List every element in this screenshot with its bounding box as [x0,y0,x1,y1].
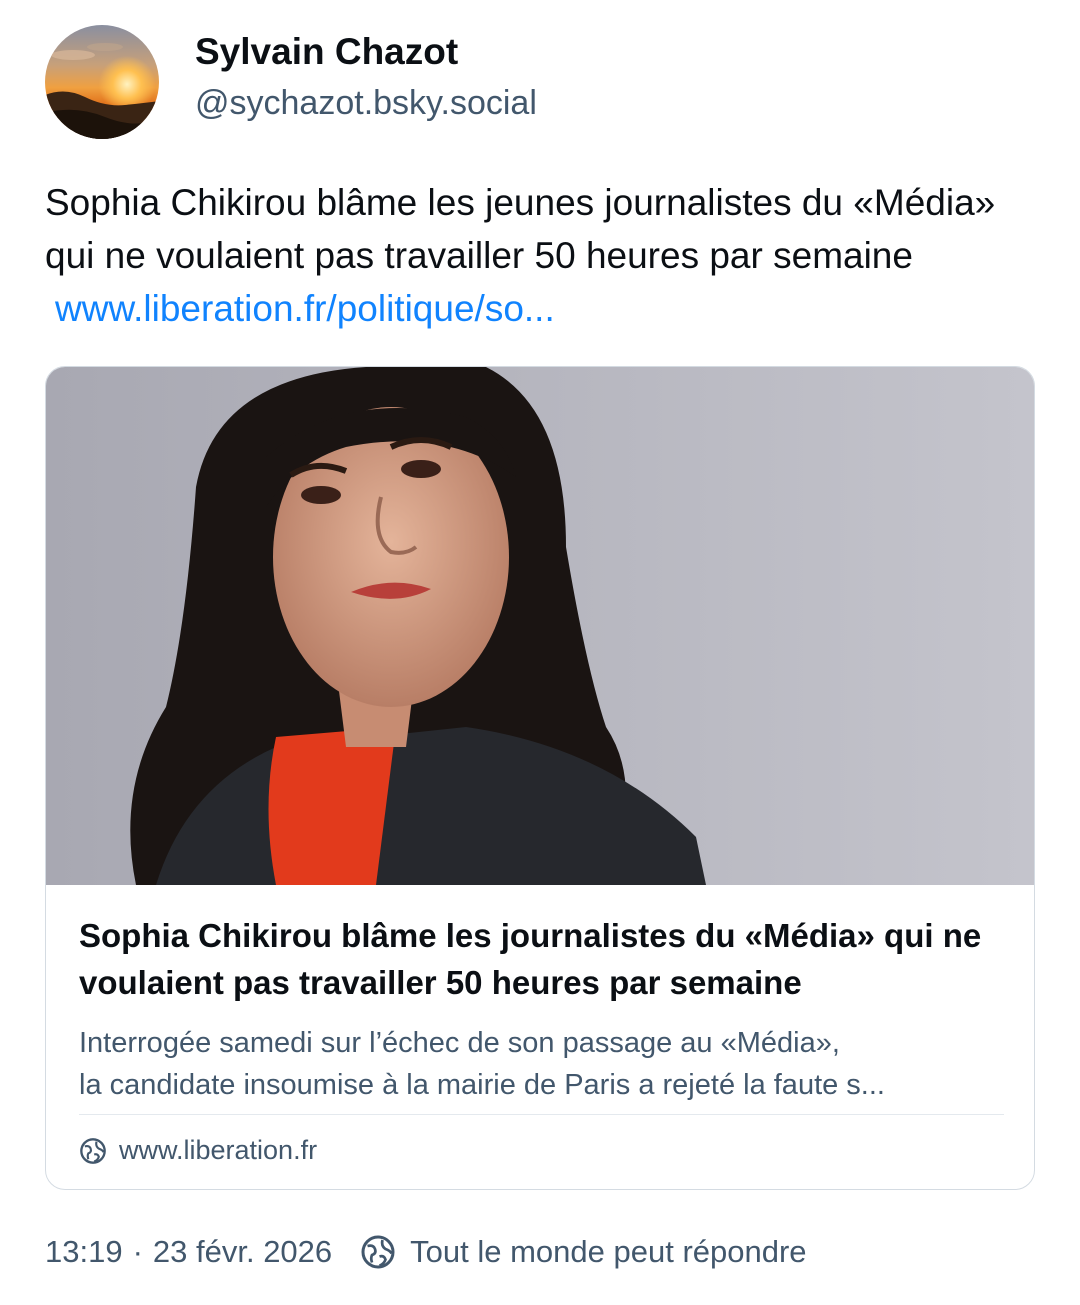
post-date: 23 févr. 2026 [152,1234,333,1269]
card-description-line-1: Interrogée samedi sur l’échec de son pas… [79,1027,840,1059]
card-body: Sophia Chikirou blâme les journalistes d… [79,912,1004,1106]
globe-icon [80,1137,106,1164]
author-handle[interactable]: @sychazot.bsky.social [195,80,537,126]
link-card[interactable]: Sophia Chikirou blâme les journalistes d… [45,366,1035,1190]
footer-separator: · [132,1234,143,1269]
card-description-line-2: la candidate insoumise à la mairie de Pa… [79,1069,885,1101]
card-domain: www.liberation.fr [79,1135,317,1166]
card-domain-text: www.liberation.fr [119,1135,318,1165]
author-names: Sylvain Chazot @sychazot.bsky.social [195,30,537,126]
card-divider [79,1114,1004,1115]
card-thumbnail-image [46,367,1034,885]
post-link[interactable]: www.liberation.fr/politique/so... [55,288,555,329]
post-time: 13:19 [45,1234,123,1269]
globe-icon [361,1235,395,1269]
card-description: Interrogée samedi sur l’échec de son pas… [79,1022,1004,1106]
sunset-avatar-image [45,25,159,139]
post-header: Sylvain Chazot @sychazot.bsky.social [45,25,537,139]
post-footer: 13:19 · 23 févr. 2026 Tout le monde peut… [45,1234,807,1270]
post-text: Sophia Chikirou blâme les jeunes journal… [45,176,1035,335]
author-display-name[interactable]: Sylvain Chazot [195,30,537,74]
reply-setting-label: Tout le monde peut répondre [410,1234,807,1269]
avatar[interactable] [45,25,159,139]
reply-setting[interactable]: Tout le monde peut répondre [360,1234,807,1270]
card-title[interactable]: Sophia Chikirou blâme les journalistes d… [79,912,1004,1006]
post-container: Sylvain Chazot @sychazot.bsky.social Sop… [0,0,1080,1305]
post-body-text: Sophia Chikirou blâme les jeunes journal… [45,182,996,276]
